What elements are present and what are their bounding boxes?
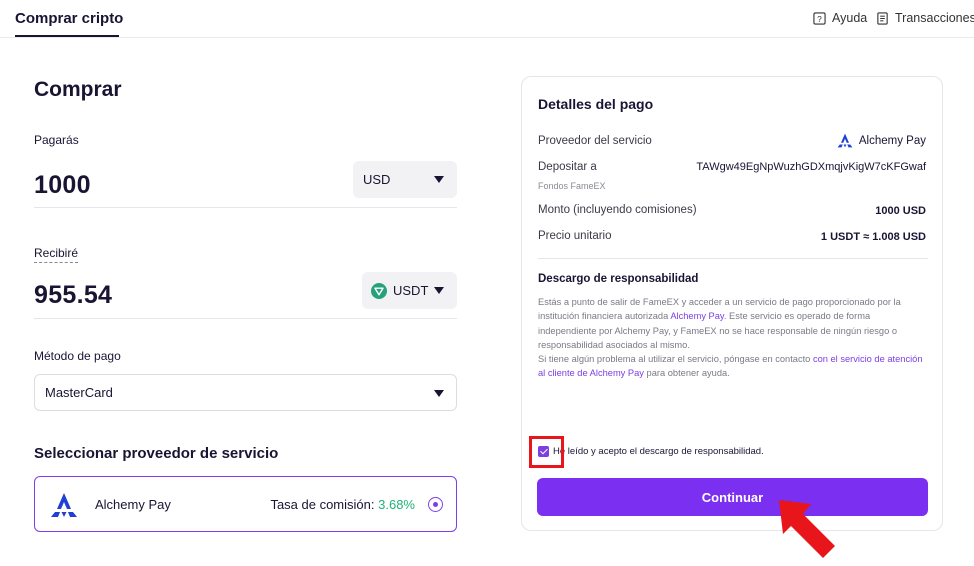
divider	[538, 258, 928, 259]
unit-price-label: Precio unitario	[538, 230, 612, 242]
annotation-highlight-box	[529, 436, 564, 468]
receive-currency-select[interactable]: USDT	[362, 272, 457, 309]
annotation-arrow	[779, 500, 835, 558]
deposit-sub-label: Fondos FameEX	[538, 181, 606, 191]
payment-method-label: Método de pago	[34, 349, 121, 363]
disclaimer-part: Si tiene algún problema al utilizar el s…	[538, 354, 813, 365]
top-bar: Comprar cripto ? Ayuda Transacciones	[0, 0, 974, 38]
deposit-address: TAWgw49EgNpWuzhGDXmqjvKigW7cKFGwaf	[696, 161, 926, 173]
pay-label: Pagarás	[34, 133, 79, 147]
receive-amount-input[interactable]: 955.54	[34, 281, 112, 310]
amount-value: 1000 USD	[875, 205, 926, 217]
disclaimer-text: Estás a punto de salir de FameEX y acced…	[538, 295, 928, 381]
caret-down-icon	[434, 176, 444, 183]
provider-fee: Tasa de comisión: 3.68%	[270, 497, 415, 512]
fee-label: Tasa de comisión:	[270, 497, 375, 512]
caret-down-icon	[434, 287, 444, 294]
provider-value: Alchemy Pay	[837, 133, 926, 148]
receive-currency-value: USDT	[393, 283, 429, 298]
disclaimer-part: para obtener ayuda.	[643, 368, 730, 379]
alchemy-pay-link[interactable]: Alchemy Pay	[670, 311, 724, 321]
svg-text:?: ?	[817, 13, 822, 23]
provider-value-label: Alchemy Pay	[858, 134, 926, 147]
payment-method-select[interactable]: MasterCard	[34, 374, 457, 411]
active-tab-indicator	[15, 35, 119, 37]
alchemy-pay-logo	[51, 493, 77, 517]
pay-currency-select[interactable]: USD	[353, 161, 457, 198]
amount-label: Monto (incluyendo comisiones)	[538, 204, 697, 216]
unit-price-value: 1 USDT ≈ 1.008 USD	[820, 231, 926, 243]
disclaimer-title: Descargo de responsabilidad	[538, 273, 699, 285]
continue-button[interactable]: Continuar	[537, 478, 928, 516]
disclaimer-checkbox-row[interactable]: He leído y acepto el descargo de respons…	[538, 446, 764, 457]
fee-value: 3.68%	[378, 497, 415, 512]
transactions-label: Transacciones	[895, 11, 974, 25]
tab-comprar-cripto[interactable]: Comprar cripto	[15, 10, 123, 27]
help-icon: ?	[813, 11, 826, 25]
document-icon	[877, 11, 888, 25]
provider-heading: Seleccionar proveedor de servicio	[34, 445, 279, 462]
checkbox-label: He leído y acepto el descargo de respons…	[553, 446, 764, 457]
pay-currency-value: USD	[363, 172, 391, 187]
tether-icon	[371, 282, 387, 299]
payment-method-value: MasterCard	[45, 385, 113, 400]
help-label: Ayuda	[832, 11, 868, 25]
receive-label[interactable]: Recibiré	[34, 246, 79, 263]
divider	[34, 318, 457, 319]
alchemy-pay-logo	[837, 133, 853, 148]
provider-option-alchemy-pay[interactable]: Alchemy Pay Tasa de comisión: 3.68%	[34, 476, 457, 532]
payment-details-panel: Detalles del pago Proveedor del servicio…	[521, 76, 943, 531]
deposit-label: Depositar a	[538, 161, 597, 173]
details-title: Detalles del pago	[538, 96, 654, 112]
radio-selected-icon[interactable]	[428, 497, 443, 512]
caret-down-icon	[434, 390, 444, 397]
help-link[interactable]: ? Ayuda	[813, 11, 867, 25]
pay-amount-input[interactable]: 1000	[34, 171, 91, 200]
divider	[34, 207, 457, 208]
buy-title: Comprar	[34, 78, 122, 101]
provider-label: Proveedor del servicio	[538, 135, 652, 147]
provider-name: Alchemy Pay	[95, 497, 171, 512]
transactions-link[interactable]: Transacciones	[876, 11, 974, 25]
